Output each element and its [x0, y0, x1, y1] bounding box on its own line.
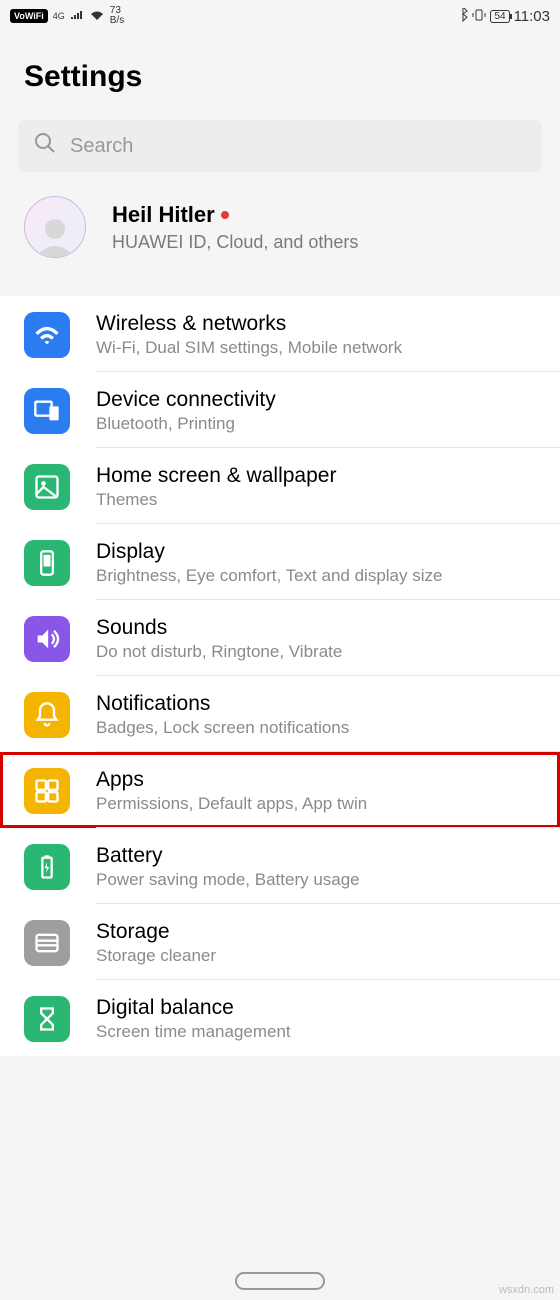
- battery-indicator: 54: [490, 10, 509, 23]
- row-subtitle: Themes: [96, 490, 542, 510]
- bell-icon: [24, 692, 70, 738]
- row-subtitle: Do not disturb, Ringtone, Vibrate: [96, 642, 542, 662]
- wifi-icon: [24, 312, 70, 358]
- row-subtitle: Storage cleaner: [96, 946, 542, 966]
- watermark: wsxdn.com: [499, 1284, 554, 1296]
- bluetooth-icon: [458, 8, 468, 25]
- avatar: [24, 196, 86, 258]
- row-title: Digital balance: [96, 996, 542, 1020]
- row-subtitle: Wi-Fi, Dual SIM settings, Mobile network: [96, 338, 542, 358]
- clock: 11:03: [514, 8, 550, 25]
- image-icon: [24, 464, 70, 510]
- page-title: Settings: [24, 60, 536, 94]
- row-subtitle: Bluetooth, Printing: [96, 414, 542, 434]
- settings-row-sounds[interactable]: SoundsDo not disturb, Ringtone, Vibrate: [0, 600, 560, 676]
- account-row[interactable]: Heil Hitler HUAWEI ID, Cloud, and others: [0, 182, 560, 278]
- header: Settings: [0, 32, 560, 114]
- account-name: Heil Hitler: [112, 202, 542, 228]
- row-subtitle: Badges, Lock screen notifications: [96, 718, 542, 738]
- row-title: Sounds: [96, 616, 542, 640]
- row-title: Device connectivity: [96, 388, 542, 412]
- battery-icon: [24, 844, 70, 890]
- nav-pill-icon[interactable]: [235, 1272, 325, 1290]
- settings-row-display[interactable]: DisplayBrightness, Eye comfort, Text and…: [0, 524, 560, 600]
- settings-row-notifications[interactable]: NotificationsBadges, Lock screen notific…: [0, 676, 560, 752]
- devices-icon: [24, 388, 70, 434]
- storage-icon: [24, 920, 70, 966]
- row-subtitle: Screen time management: [96, 1022, 542, 1042]
- phone-icon: [24, 540, 70, 586]
- settings-row-wireless[interactable]: Wireless & networksWi-Fi, Dual SIM setti…: [0, 296, 560, 372]
- vowifi-badge: VoWiFi: [10, 9, 48, 23]
- settings-row-storage[interactable]: StorageStorage cleaner: [0, 904, 560, 980]
- account-subtitle: HUAWEI ID, Cloud, and others: [112, 232, 542, 253]
- settings-list: Wireless & networksWi-Fi, Dual SIM setti…: [0, 296, 560, 1056]
- grid-icon: [24, 768, 70, 814]
- settings-row-digital[interactable]: Digital balanceScreen time management: [0, 980, 560, 1056]
- notification-dot-icon: [221, 211, 229, 219]
- row-title: Display: [96, 540, 542, 564]
- row-subtitle: Power saving mode, Battery usage: [96, 870, 542, 890]
- row-subtitle: Permissions, Default apps, App twin: [96, 794, 542, 814]
- row-title: Storage: [96, 920, 542, 944]
- row-title: Apps: [96, 768, 542, 792]
- network-speed: 73B/s: [110, 6, 124, 26]
- signal-bars-icon: [70, 9, 84, 24]
- wifi-status-icon: [89, 9, 105, 24]
- settings-row-battery[interactable]: BatteryPower saving mode, Battery usage: [0, 828, 560, 904]
- vibrate-icon: [472, 8, 486, 25]
- search-placeholder: Search: [70, 135, 133, 158]
- hourglass-icon: [24, 996, 70, 1042]
- settings-row-apps[interactable]: AppsPermissions, Default apps, App twin: [0, 752, 560, 828]
- signal-icon: 4G: [53, 12, 65, 21]
- settings-row-device[interactable]: Device connectivityBluetooth, Printing: [0, 372, 560, 448]
- row-subtitle: Brightness, Eye comfort, Text and displa…: [96, 566, 542, 586]
- row-title: Wireless & networks: [96, 312, 542, 336]
- volume-icon: [24, 616, 70, 662]
- settings-row-home[interactable]: Home screen & wallpaperThemes: [0, 448, 560, 524]
- search-input[interactable]: Search: [18, 120, 542, 172]
- search-icon: [34, 132, 56, 160]
- row-title: Notifications: [96, 692, 542, 716]
- row-title: Battery: [96, 844, 542, 868]
- status-bar: VoWiFi 4G 73B/s 54 11:03: [0, 0, 560, 32]
- row-title: Home screen & wallpaper: [96, 464, 542, 488]
